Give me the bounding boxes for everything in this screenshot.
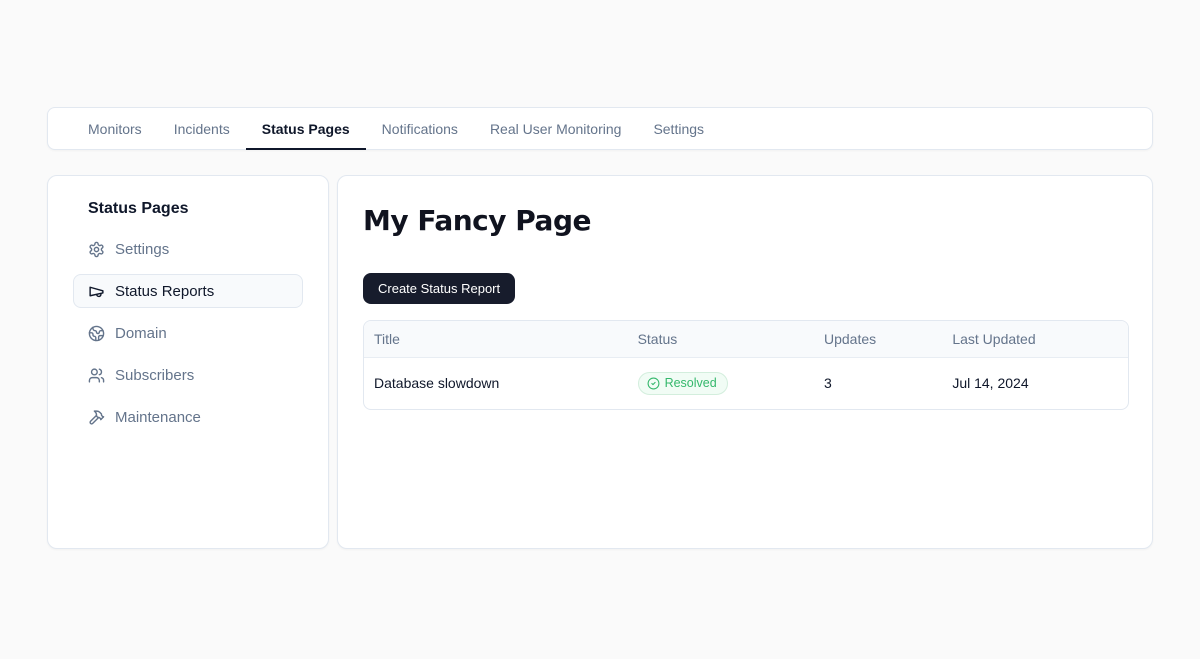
column-header-title: Title — [364, 321, 628, 357]
sidebar-title: Status Pages — [73, 200, 303, 218]
circle-check-icon — [647, 377, 660, 390]
column-header-updates: Updates — [814, 321, 942, 357]
report-last-updated-cell: Jul 14, 2024 — [942, 357, 1128, 409]
sidebar-item-subscribers[interactable]: Subscribers — [73, 358, 303, 392]
create-status-report-button[interactable]: Create Status Report — [363, 273, 515, 304]
gear-icon — [88, 241, 105, 258]
tab-incidents[interactable]: Incidents — [158, 108, 246, 149]
tab-status-pages[interactable]: Status Pages — [246, 108, 366, 149]
tab-notifications[interactable]: Notifications — [366, 108, 474, 149]
column-header-last-updated: Last Updated — [942, 321, 1128, 357]
table-header-row: Title Status Updates Last Updated — [364, 321, 1128, 357]
tab-monitors[interactable]: Monitors — [72, 108, 158, 149]
users-icon — [88, 367, 105, 384]
sidebar-item-label: Maintenance — [115, 409, 201, 426]
report-status-cell: Resolved — [628, 357, 814, 409]
column-header-status: Status — [628, 321, 814, 357]
report-title-cell: Database slowdown — [364, 357, 628, 409]
globe-icon — [88, 325, 105, 342]
sidebar-item-label: Settings — [115, 241, 169, 258]
megaphone-icon — [88, 283, 105, 300]
sidebar-item-settings[interactable]: Settings — [73, 232, 303, 266]
sidebar-item-label: Subscribers — [115, 367, 194, 384]
status-badge-label: Resolved — [665, 376, 717, 390]
sidebar-item-domain[interactable]: Domain — [73, 316, 303, 350]
sidebar-item-label: Status Reports — [115, 283, 214, 300]
main-panel: My Fancy Page Create Status Report Title… — [337, 175, 1153, 549]
status-badge: Resolved — [638, 372, 728, 395]
sidebar-item-label: Domain — [115, 325, 167, 342]
status-reports-table: Title Status Updates Last Updated Databa… — [363, 320, 1129, 410]
tab-real-user-monitoring[interactable]: Real User Monitoring — [474, 108, 638, 149]
report-updates-cell: 3 — [814, 357, 942, 409]
page-title: My Fancy Page — [363, 204, 1127, 237]
table-row[interactable]: Database slowdown Resolved — [364, 357, 1128, 409]
status-pages-sidebar: Status Pages Settings Status Reports — [47, 175, 329, 549]
hammer-icon — [88, 409, 105, 426]
sidebar-item-status-reports[interactable]: Status Reports — [73, 274, 303, 308]
sidebar-item-maintenance[interactable]: Maintenance — [73, 400, 303, 434]
tab-settings[interactable]: Settings — [637, 108, 720, 149]
top-nav: Monitors Incidents Status Pages Notifica… — [47, 107, 1153, 150]
